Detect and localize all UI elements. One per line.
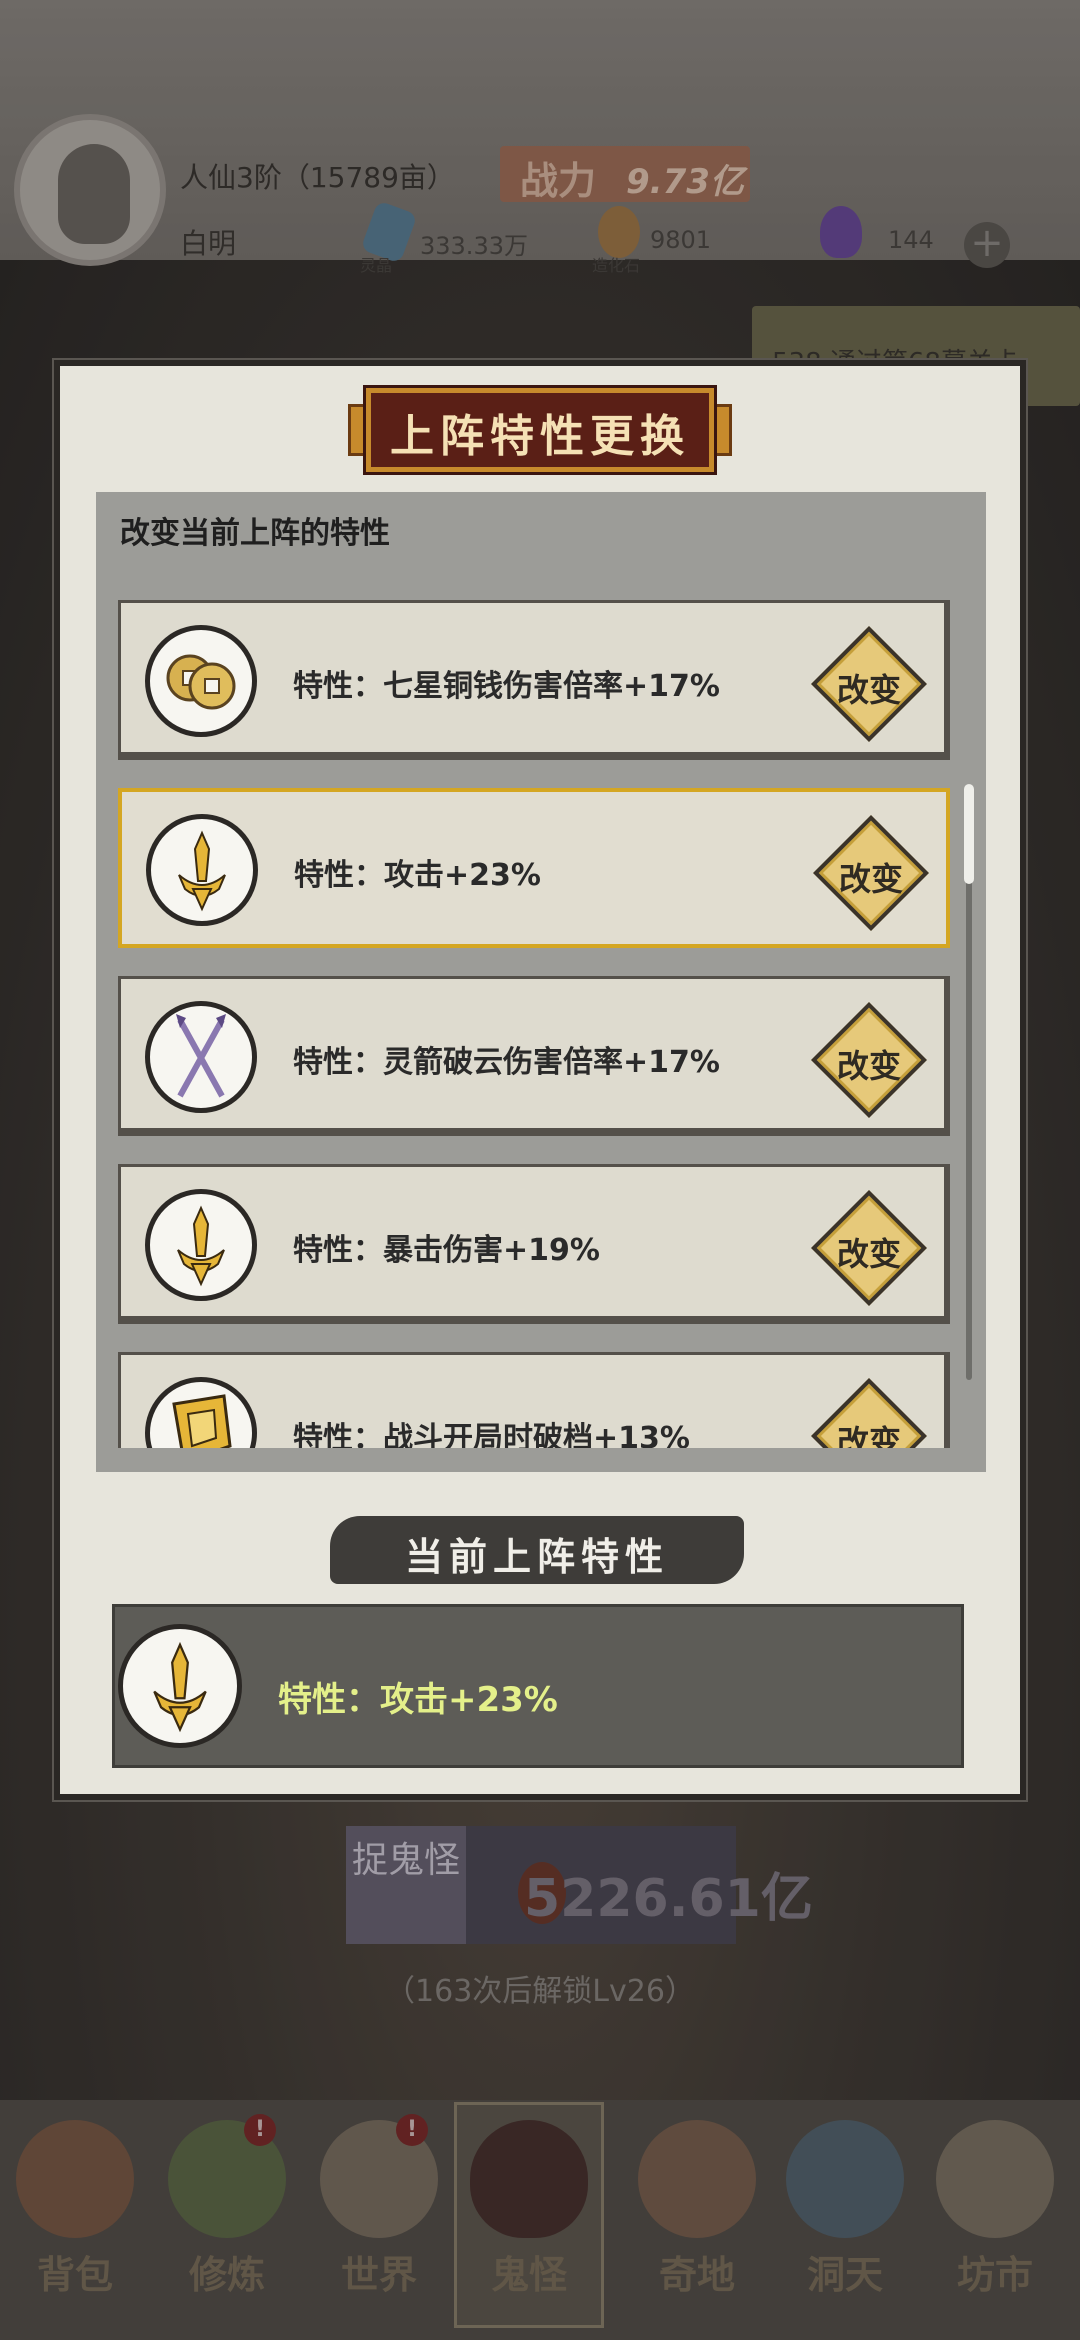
change-button-label: 改变 [836,671,901,709]
trait-list-header: 改变当前上阵的特性 [120,516,390,551]
change-button-label: 改变 [838,860,903,898]
golden-sword-icon [146,814,258,926]
trait-text: 特性：攻击+23% [294,858,541,893]
trait-text: 特性：七星铜钱伤害倍率+17% [293,669,720,704]
golden-sword-icon [118,1624,242,1748]
change-button-label: 改变 [836,1047,901,1085]
scrollbar-thumb[interactable] [964,784,974,884]
change-button[interactable]: 改变 [810,1189,928,1307]
copper-coins-icon [145,625,257,737]
trait-row-selected: 特性：攻击+23% 改变 [118,788,950,948]
change-button[interactable]: 改变 [810,1001,928,1119]
change-button-label: 改变 [836,1423,901,1448]
change-button[interactable]: 改变 [812,814,930,932]
trait-row: 特性：七星铜钱伤害倍率+17% 改变 [118,600,950,760]
modal-title: 上阵特性更换 [390,411,690,462]
change-button-label: 改变 [836,1235,901,1273]
trait-list[interactable]: 特性：七星铜钱伤害倍率+17% 改变 特性：攻击+23% 改变 特性：灵箭破云伤… [96,590,986,1448]
modal-title-banner: 上阵特性更换 [348,380,732,480]
golden-sword-icon [145,1189,257,1301]
golden-shield-icon [145,1377,257,1448]
trait-row: 特性：暴击伤害+19% 改变 [118,1164,950,1324]
change-button[interactable]: 改变 [810,625,928,743]
change-button[interactable]: 改变 [810,1377,928,1448]
current-trait-text: 特性：攻击+23% [278,1680,558,1720]
current-trait-title: 当前上阵特性 [404,1534,669,1579]
trait-text: 特性：暴击伤害+19% [293,1233,600,1268]
crossed-arrows-icon [145,1001,257,1113]
trait-row: 特性：灵箭破云伤害倍率+17% 改变 [118,976,950,1136]
trait-text: 特性：战斗开局时破档+13% [293,1421,690,1448]
trait-text: 特性：灵箭破云伤害倍率+17% [293,1045,720,1080]
trait-row: 特性：战斗开局时破档+13% 改变 [118,1352,950,1448]
current-trait-banner: 当前上阵特性 [330,1510,744,1590]
